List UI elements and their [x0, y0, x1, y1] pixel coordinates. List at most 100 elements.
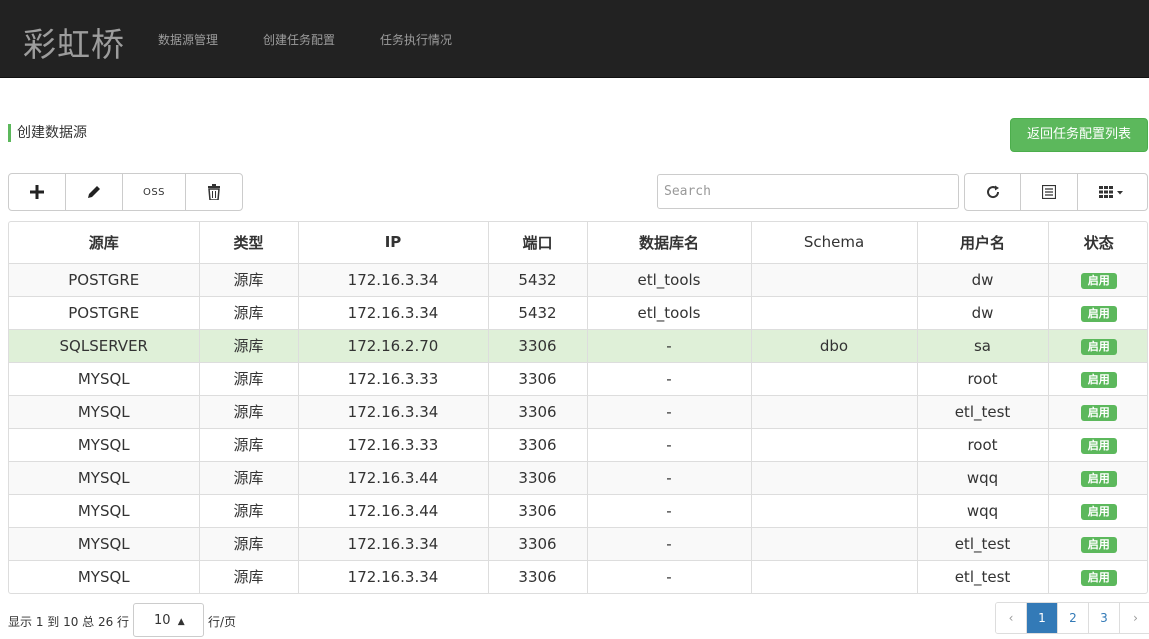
- cell-type: 源库: [199, 296, 299, 330]
- cell-source: POSTGRE: [9, 263, 200, 297]
- cell-source: MYSQL: [9, 494, 200, 528]
- table-row[interactable]: MYSQL 源库 172.16.3.44 3306- wqq 启用: [9, 494, 1147, 528]
- cell-ip: 172.16.3.44: [298, 494, 489, 528]
- cell-type: 源库: [199, 362, 299, 396]
- cell-username: etl_test: [917, 560, 1049, 593]
- status-badge: 启用: [1080, 306, 1117, 322]
- cell-username: wqq: [917, 494, 1049, 528]
- cell-status: 启用: [1048, 461, 1147, 495]
- col-header-database[interactable]: 数据库名: [587, 222, 752, 264]
- cell-source: MYSQL: [9, 428, 200, 462]
- cell-username: sa: [917, 329, 1049, 363]
- cell-ip: 172.16.3.44: [298, 461, 489, 495]
- status-badge: 启用: [1080, 273, 1117, 289]
- cell-username: dw: [917, 263, 1049, 297]
- cell-database: -: [587, 527, 752, 561]
- cell-type: 源库: [199, 494, 299, 528]
- cell-username: etl_test: [917, 527, 1049, 561]
- cell-database: etl_tools: [587, 296, 752, 330]
- cell-status: 启用: [1048, 395, 1147, 429]
- nav-task-execution[interactable]: 任务执行情况: [380, 31, 452, 48]
- table-row[interactable]: POSTGRE 源库 172.16.3.34 5432 etl_tools dw 启用: [9, 263, 1147, 297]
- status-badge: 启用: [1080, 405, 1117, 421]
- cell-schema: [751, 296, 918, 330]
- page-size-select[interactable]: 10 ▲: [133, 603, 204, 637]
- table-row[interactable]: POSTGRE 源库 172.16.3.34 5432 etl_tools dw 启用: [9, 296, 1147, 330]
- table-row[interactable]: MYSQL 源库 172.16.3.33 3306- root 启用: [9, 362, 1147, 396]
- cell-database: etl_tools: [587, 263, 752, 297]
- prev-page-button[interactable]: ‹: [996, 603, 1027, 633]
- cell-database: -: [587, 428, 752, 462]
- cell-username: etl_test: [917, 395, 1049, 429]
- cell-ip: 172.16.3.34: [298, 263, 489, 297]
- col-header-type[interactable]: 类型: [199, 222, 299, 264]
- col-header-schema[interactable]: Schema: [751, 222, 918, 264]
- toggle-view-button[interactable]: [1021, 174, 1078, 210]
- cell-port: 3306: [488, 329, 588, 363]
- cell-schema: [751, 428, 918, 462]
- table-row[interactable]: MYSQL 源库 172.16.3.33 3306- root 启用: [9, 428, 1147, 462]
- table-row[interactable]: MYSQL 源库 172.16.3.44 3306- wqq 启用: [9, 461, 1147, 495]
- cell-port: 3306: [488, 494, 588, 528]
- page-button-2[interactable]: 2: [1058, 603, 1089, 633]
- table-row[interactable]: MYSQL 源库 172.16.3.34 3306- etl_test 启用: [9, 527, 1147, 561]
- add-button[interactable]: [9, 174, 66, 210]
- col-header-ip[interactable]: IP: [298, 222, 489, 264]
- cell-status: 启用: [1048, 560, 1147, 593]
- col-header-port[interactable]: 端口: [488, 222, 588, 264]
- back-to-task-list-button[interactable]: 返回任务配置列表: [1010, 118, 1148, 152]
- table-row[interactable]: SQLSERVER 源库 172.16.2.70 3306- dbo sa 启用: [9, 329, 1147, 363]
- cell-username: wqq: [917, 461, 1049, 495]
- cell-ip: 172.16.3.34: [298, 527, 489, 561]
- col-header-status[interactable]: 状态: [1048, 222, 1147, 264]
- col-header-username[interactable]: 用户名: [917, 222, 1049, 264]
- search-input[interactable]: [657, 174, 959, 209]
- cell-schema: [751, 560, 918, 593]
- cell-ip: 172.16.3.34: [298, 296, 489, 330]
- page-button-3[interactable]: 3: [1089, 603, 1120, 633]
- status-badge: 启用: [1080, 372, 1117, 388]
- page-title: 创建数据源: [8, 124, 87, 142]
- page-button-1[interactable]: 1: [1027, 603, 1058, 633]
- oss-button[interactable]: OSS: [123, 174, 186, 210]
- pagination: ‹ 1 2 3 ›: [995, 602, 1149, 634]
- delete-button[interactable]: [186, 174, 242, 210]
- brand-logo[interactable]: 彩虹桥: [23, 18, 125, 66]
- cell-source: MYSQL: [9, 362, 200, 396]
- cell-status: 启用: [1048, 494, 1147, 528]
- cell-type: 源库: [199, 329, 299, 363]
- columns-grid-icon: [1099, 186, 1124, 198]
- cell-schema: [751, 395, 918, 429]
- oss-label: OSS: [142, 186, 166, 198]
- cell-ip: 172.16.2.70: [298, 329, 489, 363]
- cell-schema: [751, 527, 918, 561]
- left-toolbar: OSS: [8, 173, 243, 211]
- nav-datasource-management[interactable]: 数据源管理: [158, 31, 218, 48]
- cell-database: -: [587, 329, 752, 363]
- cell-database: -: [587, 362, 752, 396]
- col-header-source[interactable]: 源库: [9, 222, 200, 264]
- cell-status: 启用: [1048, 263, 1147, 297]
- status-badge: 启用: [1080, 339, 1117, 355]
- cell-port: 3306: [488, 461, 588, 495]
- cell-schema: [751, 494, 918, 528]
- cell-username: root: [917, 362, 1049, 396]
- cell-status: 启用: [1048, 329, 1147, 363]
- cell-type: 源库: [199, 428, 299, 462]
- cell-port: 3306: [488, 527, 588, 561]
- nav-create-task-config[interactable]: 创建任务配置: [263, 31, 335, 48]
- cell-source: POSTGRE: [9, 296, 200, 330]
- next-page-button[interactable]: ›: [1120, 603, 1149, 633]
- table-row[interactable]: MYSQL 源库 172.16.3.34 3306- etl_test 启用: [9, 395, 1147, 429]
- cell-schema: [751, 461, 918, 495]
- cell-source: MYSQL: [9, 527, 200, 561]
- columns-dropdown-button[interactable]: [1078, 174, 1147, 210]
- cell-type: 源库: [199, 461, 299, 495]
- plus-icon: [30, 185, 44, 199]
- cell-database: -: [587, 461, 752, 495]
- refresh-button[interactable]: [965, 174, 1022, 210]
- table-row[interactable]: MYSQL 源库 172.16.3.34 3306- etl_test 启用: [9, 560, 1147, 593]
- edit-button[interactable]: [66, 174, 123, 210]
- cell-type: 源库: [199, 560, 299, 593]
- cell-port: 5432: [488, 296, 588, 330]
